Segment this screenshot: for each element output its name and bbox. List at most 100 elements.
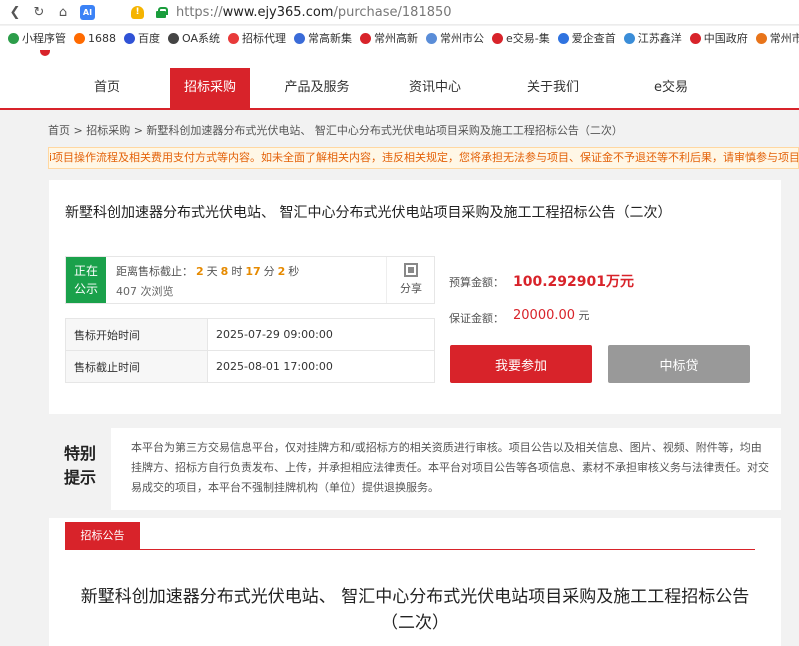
sale-time-table: 售标开始时间 2025-07-29 09:00:00 售标截止时间 2025-0… <box>65 318 435 383</box>
countdown: 距离售标截止： 2 天 8 时 17 分 2 秒 <box>116 263 299 279</box>
bookmark-label: 百度 <box>138 32 160 45</box>
bookmark-label: 常州市公 <box>769 32 799 45</box>
status-line-1: 正在 <box>73 264 98 278</box>
countdown-hours: 8 <box>220 265 229 278</box>
project-title: 新墅科创加速器分布式光伏电站、 智汇中心分布式光伏电站项目采购及施工工程招标公告… <box>65 205 672 221</box>
bookmark-item[interactable]: 百度 <box>124 30 160 46</box>
countdown-seconds: 2 <box>277 265 286 278</box>
special-heading-line-2: 提示 <box>63 468 96 487</box>
bookmark-favicon-icon <box>426 32 437 44</box>
seconds-unit: 秒 <box>288 265 300 278</box>
tab-tender-announcement[interactable]: 招标公告 <box>65 522 140 550</box>
bookmark-favicon-icon <box>755 32 767 44</box>
notice-strip: i项目操作流程及相关费用支付方式等内容。如未全面了解相关内容，违反相关规定，您将… <box>48 147 799 169</box>
nav-news[interactable]: 资讯中心 <box>376 68 494 108</box>
project-card: 新墅科创加速器分布式光伏电站、 智汇中心分布式光伏电站项目采购及施工工程招标公告… <box>49 180 781 414</box>
special-notice-text: 本平台为第三方交易信息平台，仅对挂牌方和/或招标方的相关资质进行审核。项目公告以… <box>131 441 769 494</box>
bookmark-item[interactable]: 常州市公 <box>426 30 484 46</box>
site-header: 首页 招标采购 产品及服务 资讯中心 关于我们 e交易 <box>0 50 799 110</box>
bookmark-favicon-icon <box>557 32 569 44</box>
countdown-label: 距离售标截止： <box>116 265 193 278</box>
bookmark-favicon-icon <box>228 32 239 44</box>
bookmark-favicon-icon <box>168 32 179 44</box>
countdown-days: 2 <box>196 265 204 278</box>
nav-about[interactable]: 关于我们 <box>494 68 612 108</box>
bookmark-label: 常州高新 <box>374 32 418 45</box>
hours-unit: 时 <box>231 265 243 278</box>
sale-end-label: 售标截止时间 <box>65 350 208 383</box>
table-row: 售标开始时间 2025-07-29 09:00:00 <box>65 318 435 351</box>
back-icon[interactable]: ❮ <box>6 3 24 21</box>
bookmark-label: 1688 <box>88 31 116 45</box>
countdown-minutes: 17 <box>245 265 261 278</box>
bookmark-item[interactable]: 江苏鑫洋 <box>623 30 682 46</box>
bookmark-item[interactable]: 常州市公 <box>755 30 799 46</box>
bookmark-item[interactable]: 中国政府 <box>689 30 748 46</box>
status-badge: 正在 公示 <box>66 257 106 303</box>
share-label: 分享 <box>400 282 422 295</box>
bookmark-item[interactable]: 常州高新 <box>360 30 418 46</box>
share-button[interactable]: 分享 <box>386 257 435 303</box>
bookmark-item[interactable]: 小程序管 <box>8 30 66 46</box>
deposit-unit: 元 <box>575 309 590 322</box>
nav-tender[interactable]: 招标采购 <box>170 68 250 108</box>
bookmark-label: 常高新集 <box>308 32 352 45</box>
bookmark-label: 中国政府 <box>703 32 748 45</box>
days-unit: 天 <box>206 265 218 278</box>
bookmark-label: OA系统 <box>182 32 220 45</box>
bookmark-item[interactable]: e交易-集 <box>492 30 550 46</box>
bookmark-favicon-icon <box>360 32 371 44</box>
sale-start-label: 售标开始时间 <box>65 318 208 351</box>
nav-etrade[interactable]: e交易 <box>612 68 730 108</box>
bookmarks-bar: 小程序管 1688 百度 OA系统 招标代理 常高新集 常州高新 常州市公 e交易-集 爱企查首 江… <box>0 26 799 50</box>
ai-assistant-icon[interactable]: AI <box>80 4 95 20</box>
bookmark-item[interactable]: 1688 <box>74 32 116 45</box>
deposit-value: 20000.00 <box>513 308 576 323</box>
bookmark-label: 爱企查首 <box>571 32 616 45</box>
table-row: 售标截止时间 2025-08-01 17:00:00 <box>65 350 435 383</box>
minutes-unit: 分 <box>263 265 275 278</box>
nav-home[interactable]: 首页 <box>48 68 166 108</box>
join-button[interactable]: 我要参加 <box>450 345 592 383</box>
bookmark-label: 招标代理 <box>242 32 286 45</box>
nav-products[interactable]: 产品及服务 <box>258 68 376 108</box>
announcement-section: 招标公告 新墅科创加速器分布式光伏电站、 智汇中心分布式光伏电站项目采购及施工工… <box>49 518 781 646</box>
bookmark-favicon-icon <box>74 32 85 44</box>
announcement-tabs: 招标公告 <box>65 518 755 550</box>
bookmark-favicon-icon <box>492 32 503 44</box>
bookmark-favicon-icon <box>689 32 701 44</box>
budget-value: 100.292901万元 <box>513 274 634 290</box>
main-nav: 首页 招标采购 产品及服务 资讯中心 关于我们 e交易 <box>48 68 730 108</box>
breadcrumb[interactable]: 首页 > 招标采购 > 新墅科创加速器分布式光伏电站、 智汇中心分布式光伏电站项… <box>48 122 623 138</box>
winning-loan-button[interactable]: 中标贷 <box>608 345 750 383</box>
logo <box>0 50 50 57</box>
bookmark-item[interactable]: OA系统 <box>168 30 220 46</box>
bookmark-label: 常州市公 <box>440 32 484 45</box>
bookmark-favicon-icon <box>124 32 135 44</box>
deposit-amount: 20000.00 元 <box>513 307 590 323</box>
qr-code-icon <box>404 263 418 277</box>
shield-warning-icon[interactable]: ! <box>131 5 144 19</box>
bookmark-favicon-icon <box>294 32 305 44</box>
status-box: 正在 公示 距离售标截止： 2 天 8 时 17 分 2 秒 407 次浏览 分享 <box>65 256 435 304</box>
bookmark-item[interactable]: 爱企查首 <box>557 30 616 46</box>
sale-end-value: 2025-08-01 17:00:00 <box>207 350 435 383</box>
home-icon[interactable]: ⌂ <box>54 3 72 21</box>
budget-label: 预算金额： <box>449 276 504 289</box>
bookmark-item[interactable]: 常高新集 <box>294 30 352 46</box>
special-notice: 特别 提示 本平台为第三方交易信息平台，仅对挂牌方和/或招标方的相关资质进行审核… <box>49 428 781 510</box>
special-heading-line-1: 特别 <box>63 444 96 463</box>
bookmark-item[interactable]: 招标代理 <box>228 30 286 46</box>
lock-icon[interactable] <box>156 6 168 18</box>
deposit-label: 保证金额： <box>449 312 504 325</box>
bookmark-favicon-icon <box>8 32 19 44</box>
bookmark-label: 小程序管 <box>22 32 66 45</box>
bookmark-favicon-icon <box>623 32 635 44</box>
browser-address-bar: ❮ ↻ ⌂ AI ! https://www.ejy365.com/purcha… <box>0 0 799 25</box>
bookmark-label: 江苏鑫洋 <box>637 32 682 45</box>
special-notice-heading: 特别 提示 <box>49 428 111 510</box>
url-field[interactable]: https://www.ejy365.com/purchase/181850 <box>176 5 452 20</box>
bookmark-label: e交易-集 <box>506 32 550 45</box>
refresh-icon[interactable]: ↻ <box>30 3 48 21</box>
view-count: 407 次浏览 <box>116 285 174 298</box>
